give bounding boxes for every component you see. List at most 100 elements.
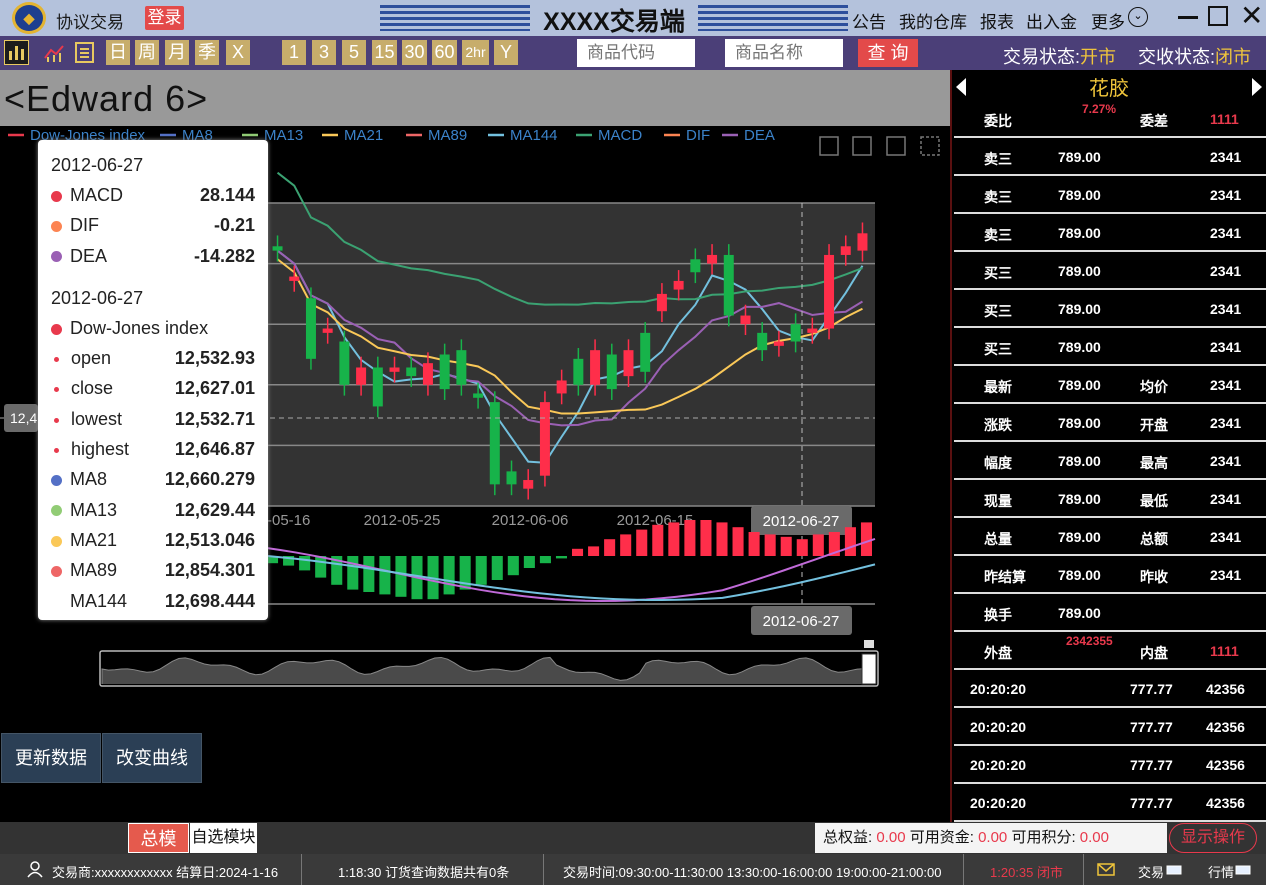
order-volume: 2341 xyxy=(1210,301,1242,317)
order-ratio-row[interactable]: 委比 7.27% 委差 1111 xyxy=(954,100,1266,138)
chevron-down-icon[interactable]: ⌄ xyxy=(1128,7,1148,27)
menu-my-warehouse[interactable]: 我的仓库 xyxy=(899,8,967,33)
candle-body xyxy=(389,367,400,372)
order-volume: 2341 xyxy=(1210,149,1242,165)
tick-volume: 42356 xyxy=(1206,719,1245,735)
macd-bar xyxy=(668,522,680,556)
quote-link[interactable]: 行情 xyxy=(1208,862,1234,881)
hour-2-button[interactable]: 2hr xyxy=(462,40,489,65)
order-book-row[interactable]: 卖三 789.00 2341 xyxy=(954,214,1266,252)
app-logo: ◆ xyxy=(12,2,46,34)
tooltip-label: MA21 xyxy=(70,529,118,550)
candle-body xyxy=(773,341,784,346)
minute-5-button[interactable]: 5 xyxy=(342,40,366,65)
quote-stat-row[interactable]: 现量 789.00 最低 2341 xyxy=(954,480,1266,518)
trade-link[interactable]: 交易 xyxy=(1138,862,1164,881)
status-bar: 交易商:xxxxxxxxxxxx 结算日:2024-1-16 1:18:30 订… xyxy=(0,854,1266,885)
close-icon[interactable]: ✕ xyxy=(1240,0,1263,32)
period-day-button[interactable]: 日 xyxy=(106,40,130,65)
quote-panel: 花胶 委比 7.27% 委差 1111 卖三 789.00 2341 卖三 789.00 2341… xyxy=(950,70,1266,822)
order-book-row[interactable]: 卖三 789.00 2341 xyxy=(954,176,1266,214)
bullet-icon xyxy=(54,387,59,393)
period-quarter-button[interactable]: 季 xyxy=(195,40,219,65)
change-curve-button[interactable]: 改变曲线 xyxy=(102,733,202,783)
list-icon[interactable] xyxy=(72,40,97,65)
candle-body xyxy=(673,280,684,290)
order-book-row[interactable]: 买三 789.00 2341 xyxy=(954,252,1266,290)
candle-body xyxy=(489,402,500,485)
mail-icon[interactable] xyxy=(1097,863,1115,876)
order-book-row[interactable]: 卖三 789.00 2341 xyxy=(954,138,1266,176)
tab-custom-module[interactable]: 自选模块 xyxy=(190,823,257,853)
quote-stat-row[interactable]: 涨跌 789.00 开盘 2341 xyxy=(954,404,1266,442)
order-price: 789.00 xyxy=(1058,263,1101,279)
query-button[interactable]: 查 询 xyxy=(858,39,918,67)
menu-more[interactable]: 更多 xyxy=(1091,8,1125,33)
minute-3-button[interactable]: 3 xyxy=(312,40,336,65)
candle-body xyxy=(372,367,383,407)
tooltip-label: DIF xyxy=(70,215,99,236)
menu-deposit-withdraw[interactable]: 出入金 xyxy=(1026,8,1077,33)
tooltip-label: highest xyxy=(71,439,130,460)
app-name: 协议交易 xyxy=(56,13,124,32)
period-x-button[interactable]: X xyxy=(226,40,250,65)
tooltip-label: MA8 xyxy=(70,469,108,490)
tick-row[interactable]: 20:20:20 777.77 42356 xyxy=(954,670,1266,708)
ma144-dot-icon xyxy=(51,596,62,607)
minute-60-button[interactable]: 60 xyxy=(432,40,457,65)
inout-row[interactable]: 外盘 2342355 内盘 1111 xyxy=(954,632,1266,670)
order-price: 789.00 xyxy=(1058,149,1101,165)
order-book-row[interactable]: 买三 789.00 2341 xyxy=(954,290,1266,328)
macd-bar xyxy=(491,556,503,580)
year-button[interactable]: Y xyxy=(494,40,518,65)
minute-30-button[interactable]: 30 xyxy=(402,40,427,65)
period-month-button[interactable]: 月 xyxy=(165,40,189,65)
candle-body xyxy=(456,350,467,385)
show-operations-button[interactable]: 显示操作 xyxy=(1169,823,1257,853)
legend-item: MA89 xyxy=(428,127,467,144)
tooltip-row-ma144: MA144 12,698.444 xyxy=(51,586,255,616)
tooltip-label: MA144 xyxy=(70,590,128,611)
tooltip-row-dif: DIF -0.21 xyxy=(51,210,255,240)
tick-row[interactable]: 20:20:20 777.77 42356 xyxy=(954,708,1266,746)
minute-1-button[interactable]: 1 xyxy=(282,40,306,65)
stat-value: 2341 xyxy=(1210,453,1242,469)
minute-15-button[interactable]: 15 xyxy=(372,40,397,65)
menu-announcement[interactable]: 公告 xyxy=(852,8,886,33)
quote-stat-row[interactable]: 幅度 789.00 最高 2341 xyxy=(954,442,1266,480)
minimize-icon[interactable] xyxy=(1178,16,1198,19)
quote-stat-row[interactable]: 最新 789.00 均价 2341 xyxy=(954,366,1266,404)
product-name-input[interactable] xyxy=(725,39,843,67)
quote-stat-row[interactable]: 昨结算 789.00 昨收 2341 xyxy=(954,556,1266,594)
indicator-icon[interactable] xyxy=(42,40,67,65)
zoom-handle-grip-icon xyxy=(864,640,874,648)
tooltip-macd-date: 2012-06-27 xyxy=(51,155,144,175)
period-week-button[interactable]: 周 xyxy=(135,40,159,65)
candle-body xyxy=(305,298,316,359)
refresh-data-button[interactable]: 更新数据 xyxy=(1,733,101,783)
menu-reports[interactable]: 报表 xyxy=(980,8,1014,33)
order-level-label: 卖三 xyxy=(984,189,1012,205)
tick-row[interactable]: 20:20:20 777.77 42356 xyxy=(954,784,1266,822)
stat-label: 昨结算 xyxy=(984,569,1026,585)
tab-main-module[interactable]: 总模 xyxy=(128,823,189,853)
trade-status-value: 开市 xyxy=(1080,47,1117,67)
chart-tooltip: 2012-06-27 MACD 28.144 DIF -0.21 DEA -14.28… xyxy=(38,140,268,620)
tick-row[interactable]: 20:20:20 777.77 42356 xyxy=(954,746,1266,784)
maximize-icon[interactable] xyxy=(1208,6,1228,26)
order-level-label: 卖三 xyxy=(984,227,1012,243)
broker-info: 交易商:xxxxxxxxxxxx 结算日:2024-1-16 xyxy=(52,865,279,880)
macd-bar xyxy=(363,556,375,592)
bar-chart-icon[interactable] xyxy=(4,40,29,65)
crosshair-date-label: 2012-06-27 xyxy=(763,513,840,530)
order-book-row[interactable]: 买三 789.00 2341 xyxy=(954,328,1266,366)
candle-body xyxy=(840,246,851,255)
quote-stat-row[interactable]: 总量 789.00 总额 2341 xyxy=(954,518,1266,556)
product-code-input[interactable] xyxy=(577,39,695,67)
next-arrow-icon[interactable] xyxy=(1252,78,1262,96)
tooltip-label: open xyxy=(71,348,112,369)
funds-label: 可用资金: xyxy=(909,829,974,846)
bullet-icon xyxy=(54,417,59,423)
quote-stat-row[interactable]: 换手 789.00 xyxy=(954,594,1266,632)
login-button[interactable]: 登录 xyxy=(145,6,184,30)
